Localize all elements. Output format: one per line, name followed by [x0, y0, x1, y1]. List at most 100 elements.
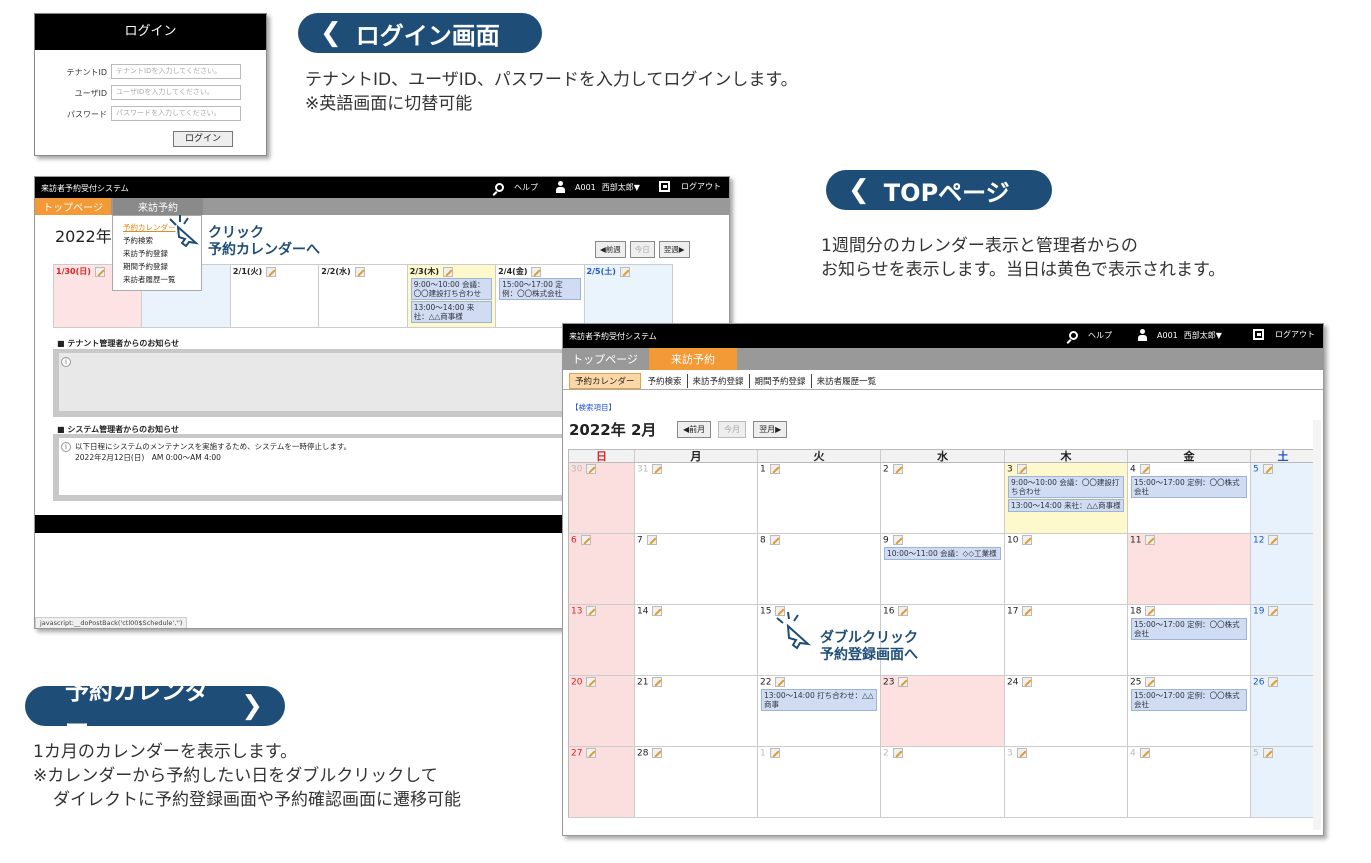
calendar-day-cell[interactable]: 1 [758, 463, 881, 533]
calendar-day-cell[interactable]: 20 [569, 676, 635, 746]
week-day[interactable]: 2/1(火) [231, 265, 320, 327]
calendar-day-cell[interactable]: 4 15:00～17:00 定例：〇〇株式会社 [1128, 463, 1251, 533]
event-item[interactable]: 9:00～10:00 会議：〇〇建設打ち合わせ [1008, 475, 1124, 498]
subnav-history[interactable]: 来訪者履歴一覧 [812, 374, 882, 388]
calendar-day-cell[interactable]: 2 [881, 463, 1005, 533]
edit-icon[interactable] [769, 535, 780, 545]
logout-link[interactable]: ログアウト [1253, 329, 1315, 340]
user-input[interactable]: ユーザIDを入力してください。 [111, 85, 241, 100]
edit-icon[interactable] [1139, 748, 1150, 758]
edit-icon[interactable] [1268, 606, 1279, 616]
edit-icon[interactable] [646, 535, 657, 545]
tab-visit-reservation[interactable]: 来訪予約 [649, 348, 737, 370]
edit-icon[interactable] [586, 606, 597, 616]
calendar-day-cell[interactable]: 3 9:00～10:00 会議：〇〇建設打ち合わせ 13:00～14:00 来社：△… [1005, 463, 1128, 533]
calendar-day-cell[interactable]: 6 [569, 534, 635, 604]
prev-week-button[interactable]: ◀前週 [595, 241, 626, 258]
edit-icon[interactable] [1262, 464, 1273, 474]
edit-icon[interactable] [1262, 748, 1273, 758]
this-week-button[interactable]: 今日 [629, 241, 655, 258]
edit-icon[interactable] [892, 464, 903, 474]
logout-link[interactable]: ログアウト [659, 181, 721, 192]
calendar-day-cell[interactable]: 24 [1005, 676, 1128, 746]
calendar-day-cell[interactable]: 11 [1128, 534, 1251, 604]
edit-icon[interactable] [892, 535, 903, 545]
edit-icon[interactable] [1016, 464, 1027, 474]
calendar-day-cell[interactable]: 7 [635, 534, 758, 604]
calendar-day-cell[interactable]: 31 [635, 463, 758, 533]
edit-icon[interactable] [354, 266, 365, 277]
next-month-button[interactable]: 翌月▶ [753, 421, 788, 438]
calendar-day-cell[interactable]: 23 [881, 676, 1005, 746]
calendar-day-cell[interactable]: 22 13:00～14:00 打ち合わせ：△△商事 [758, 676, 881, 746]
calendar-day-cell[interactable]: 2 [881, 747, 1005, 817]
edit-icon[interactable] [1022, 535, 1033, 545]
calendar-day-cell[interactable]: 12 [1251, 534, 1315, 604]
edit-icon[interactable] [775, 677, 786, 687]
calendar-day-cell[interactable]: 8 [758, 534, 881, 604]
edit-icon[interactable] [1016, 748, 1027, 758]
week-day[interactable]: 2/5(土) [584, 265, 672, 327]
menu-item-period-register[interactable]: 期間予約登録 [123, 260, 201, 273]
week-day[interactable]: 2/4(金) 15:00～17:00 定例：〇〇株式会社 [496, 265, 585, 327]
calendar-day-cell[interactable]: 27 [569, 747, 635, 817]
edit-icon[interactable] [898, 677, 909, 687]
password-input[interactable]: パスワードを入力してください。 [111, 106, 241, 121]
edit-icon[interactable] [1268, 677, 1279, 687]
edit-icon[interactable] [1139, 464, 1150, 474]
edit-icon[interactable] [769, 748, 780, 758]
calendar-day-cell[interactable]: 19 [1251, 605, 1315, 675]
menu-item-visit-register[interactable]: 来訪予約登録 [123, 247, 201, 260]
event-item[interactable]: 15:00～17:00 定例：〇〇株式会社 [1131, 475, 1247, 498]
calendar-day-cell[interactable]: 28 [635, 747, 758, 817]
calendar-day-cell[interactable]: 9 10:00～11:00 会議：◇◇工業様 [881, 534, 1005, 604]
week-day[interactable]: 2/2(水) [319, 265, 408, 327]
event-item[interactable]: 15:00～17:00 定例：〇〇株式会社 [499, 278, 581, 300]
calendar-day-cell[interactable]: 10 [1005, 534, 1128, 604]
edit-icon[interactable] [652, 748, 663, 758]
help-link[interactable]: ヘルプ [495, 182, 538, 193]
calendar-day-cell[interactable]: 1 [758, 747, 881, 817]
user-menu[interactable]: A001 西部太郎▼ [1137, 329, 1222, 341]
event-item[interactable]: 13:00～14:00 打ち合わせ：△△商事 [761, 688, 877, 711]
edit-icon[interactable] [1145, 535, 1156, 545]
menu-item-history[interactable]: 来訪者履歴一覧 [123, 273, 201, 286]
tab-top-page[interactable]: トップページ [35, 198, 111, 215]
edit-icon[interactable] [652, 464, 663, 474]
edit-icon[interactable] [1145, 606, 1156, 616]
edit-icon[interactable] [1145, 677, 1156, 687]
subnav-search[interactable]: 予約検索 [643, 374, 688, 388]
calendar-day-cell[interactable]: 13 [569, 605, 635, 675]
edit-icon[interactable] [898, 606, 909, 616]
vertical-scrollbar[interactable] [1313, 420, 1321, 830]
calendar-day-cell[interactable]: 5 [1251, 747, 1315, 817]
user-menu[interactable]: A001 西部太郎▼ [555, 181, 640, 193]
edit-icon[interactable] [580, 535, 591, 545]
tenant-input[interactable]: テナントIDを入力してください。 [111, 64, 241, 79]
edit-icon[interactable] [1268, 535, 1279, 545]
event-item[interactable]: 9:00～10:00 会議：〇〇建設打ち合わせ [410, 278, 493, 300]
subnav-visit-register[interactable]: 来訪予約登録 [688, 374, 750, 388]
edit-icon[interactable] [1022, 677, 1033, 687]
edit-icon[interactable] [892, 748, 903, 758]
edit-icon[interactable] [586, 464, 597, 474]
calendar-day-cell[interactable]: 26 [1251, 676, 1315, 746]
tab-top-page[interactable]: トップページ [563, 348, 647, 370]
calendar-day-cell[interactable]: 21 [635, 676, 758, 746]
edit-icon[interactable] [652, 677, 663, 687]
next-week-button[interactable]: 翌週▶ [658, 241, 690, 258]
edit-icon[interactable] [769, 464, 780, 474]
calendar-day-cell[interactable]: 18 15:00～17:00 定例：〇〇株式会社 [1128, 605, 1251, 675]
search-items-link[interactable]: 【検索項目】 [571, 402, 616, 413]
event-item[interactable]: 15:00～17:00 定例：〇〇株式会社 [1131, 617, 1247, 640]
help-link[interactable]: ヘルプ [1069, 330, 1112, 341]
edit-icon[interactable] [1022, 606, 1033, 616]
edit-icon[interactable] [586, 677, 597, 687]
calendar-day-cell[interactable]: 17 [1005, 605, 1128, 675]
edit-icon[interactable] [266, 266, 277, 277]
event-item[interactable]: 13:00～14:00 来社：△△商事様 [410, 301, 493, 323]
event-item[interactable]: 15:00～17:00 定例：〇〇株式会社 [1131, 688, 1247, 711]
week-day-today[interactable]: 2/3(木) 9:00～10:00 会議：〇〇建設打ち合わせ 13:00～14:… [407, 265, 497, 327]
calendar-day-cell[interactable]: 3 [1005, 747, 1128, 817]
calendar-day-cell[interactable]: 5 [1251, 463, 1315, 533]
